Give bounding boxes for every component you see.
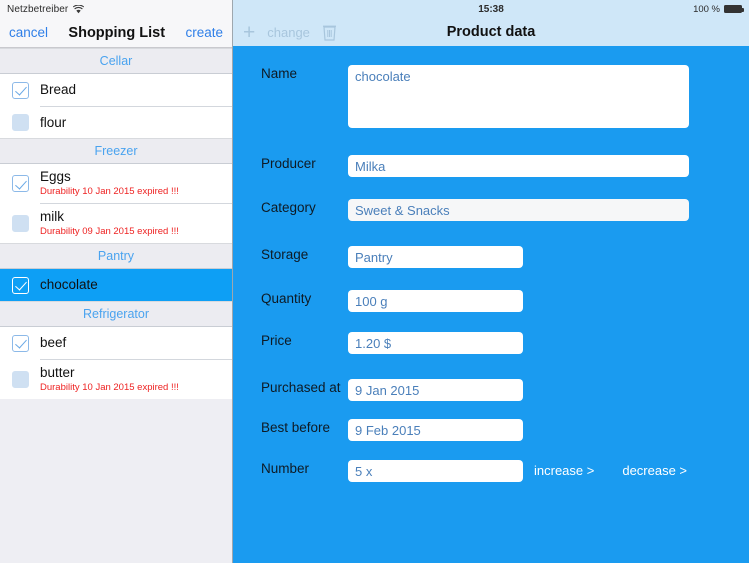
number-field[interactable] [348, 460, 523, 482]
section-header: Cellar [0, 48, 232, 74]
product-form: Name chocolate Producer Category Storage Quan… [233, 48, 749, 563]
list-item-label: flour [40, 114, 67, 130]
checkbox-checked-icon[interactable] [12, 276, 29, 294]
form-row: Storage [233, 246, 749, 268]
list-item[interactable]: milk Durability 09 Jan 2015 expired !!! [0, 203, 232, 243]
create-button[interactable]: create [185, 25, 223, 40]
quantity-field[interactable] [348, 290, 523, 312]
list-item-label: butter [40, 365, 75, 380]
list-item[interactable]: Bread [0, 74, 232, 106]
list-item-label: beef [40, 335, 67, 350]
form-row: Category [233, 199, 749, 221]
battery-percent-label: 100 % [693, 3, 720, 15]
name-field[interactable]: chocolate [348, 65, 689, 128]
form-row: Number increase > decrease > [233, 460, 749, 482]
checkbox-checked-icon[interactable] [12, 175, 29, 192]
list-item-content: butter Durability 10 Jan 2015 expired !!! [40, 359, 232, 399]
form-row: Best before [233, 419, 749, 441]
status-bar-right: 15:38 100 % [233, 0, 749, 18]
battery-status: 100 % [693, 0, 744, 18]
wifi-icon [73, 4, 85, 14]
decrease-button[interactable]: decrease > [622, 460, 687, 482]
list-item[interactable]: beef [0, 327, 232, 359]
field-label: Purchased at [261, 380, 341, 395]
list-item-content: Bread [40, 74, 232, 106]
list-item-content: milk Durability 09 Jan 2015 expired !!! [40, 203, 232, 243]
detail-pane: 15:38 100 % + change Product data Name c… [233, 0, 749, 563]
change-button[interactable]: change [267, 25, 310, 40]
expiry-note: Durability 09 Jan 2015 expired !!! [40, 226, 179, 237]
field-label: Quantity [261, 291, 312, 306]
field-label: Best before [261, 420, 331, 435]
form-row: Quantity [233, 290, 749, 312]
field-label: Name [261, 66, 298, 81]
app-screen: Netzbetreiber cancel Shopping List creat… [0, 0, 750, 563]
field-label: Producer [261, 156, 316, 171]
field-label: Number [261, 461, 310, 476]
list-item-content: Eggs Durability 10 Jan 2015 expired !!! [40, 164, 232, 203]
toolbar-actions: + change [243, 22, 337, 43]
status-bar-left: Netzbetreiber [0, 0, 232, 18]
carrier-label: Netzbetreiber [7, 3, 69, 15]
producer-field[interactable] [348, 155, 689, 177]
list-item[interactable]: butter Durability 10 Jan 2015 expired !!! [0, 359, 232, 399]
trash-icon[interactable] [322, 23, 337, 41]
list-item-label: milk [40, 209, 64, 224]
list-item-label: chocolate [40, 277, 98, 292]
form-row: Purchased at [233, 379, 749, 401]
section-header: Freezer [0, 138, 232, 164]
list-item[interactable]: Eggs Durability 10 Jan 2015 expired !!! [0, 164, 232, 203]
form-row: Price [233, 332, 749, 354]
form-row: Name chocolate [233, 65, 749, 128]
list-item[interactable]: flour [0, 106, 232, 138]
checkbox-unchecked-icon[interactable] [12, 113, 29, 131]
clock-label: 15:38 [478, 3, 504, 15]
sidebar-pane: Netzbetreiber cancel Shopping List creat… [0, 0, 233, 563]
list-item[interactable]: chocolate [0, 269, 232, 301]
section-header: Pantry [0, 243, 232, 269]
section-header: Refrigerator [0, 301, 232, 327]
checkbox-checked-icon[interactable] [12, 81, 29, 99]
sidebar-title: Shopping List [68, 24, 166, 41]
purchased-at-field[interactable] [348, 379, 523, 401]
list-item-content: beef [40, 327, 232, 359]
detail-toolbar: + change Product data [233, 18, 749, 48]
plus-icon[interactable]: + [243, 22, 255, 43]
checkbox-checked-icon[interactable] [12, 334, 29, 352]
list-item-label: Bread [40, 82, 77, 97]
list-item-content: chocolate [40, 269, 232, 301]
field-label: Storage [261, 247, 309, 262]
shopping-list[interactable]: Cellar Bread flour Freezer Eggs Durability 10… [0, 48, 232, 562]
checkbox-unchecked-icon[interactable] [12, 370, 29, 388]
best-before-field[interactable] [348, 419, 523, 441]
category-field[interactable] [348, 199, 689, 221]
list-item-content: flour [40, 106, 232, 138]
battery-full-icon [724, 5, 744, 13]
storage-field[interactable] [348, 246, 523, 268]
form-row: Producer [233, 155, 749, 177]
checkbox-unchecked-icon[interactable] [12, 214, 29, 232]
cancel-button[interactable]: cancel [9, 25, 48, 40]
expiry-note: Durability 10 Jan 2015 expired !!! [40, 186, 179, 197]
sidebar-navbar: cancel Shopping List create [0, 18, 232, 48]
price-field[interactable] [348, 332, 523, 354]
field-label: Price [261, 333, 292, 348]
increase-button[interactable]: increase > [534, 460, 594, 482]
field-label: Category [261, 200, 316, 215]
list-item-label: Eggs [40, 169, 71, 184]
expiry-note: Durability 10 Jan 2015 expired !!! [40, 382, 179, 393]
